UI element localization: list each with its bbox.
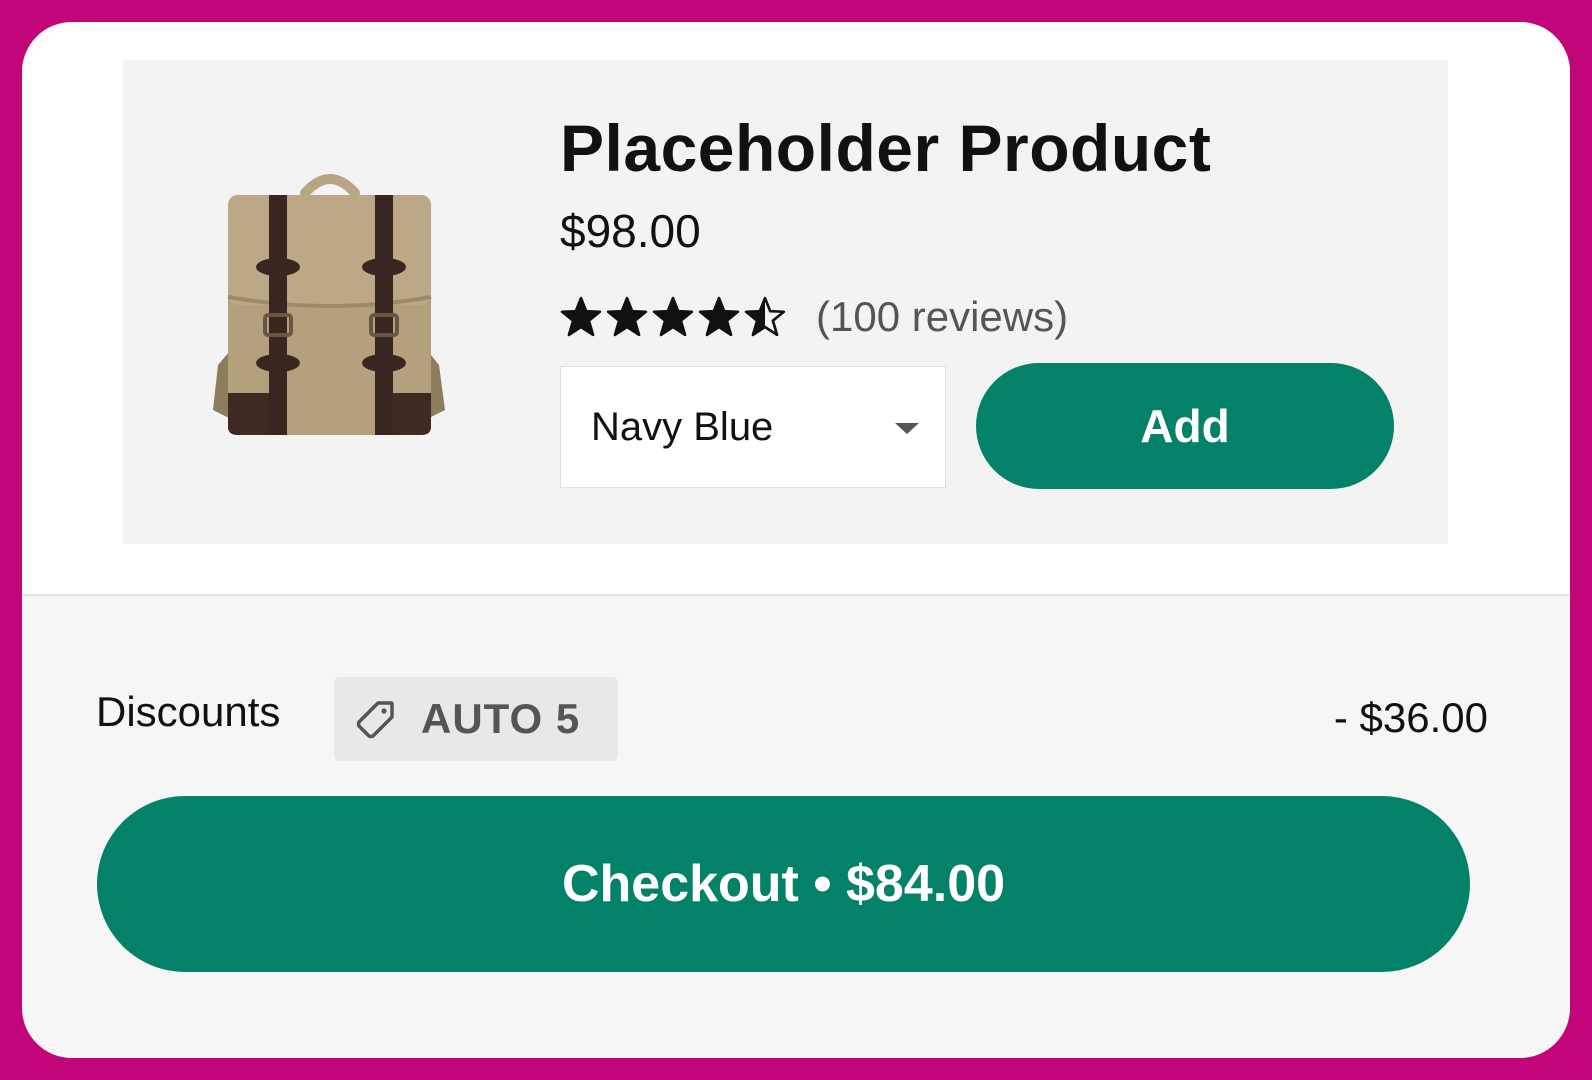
checkout-button[interactable]: Checkout • $84.00 [97, 796, 1470, 972]
star-rating [560, 296, 786, 338]
variant-select[interactable]: Navy Blue [560, 366, 946, 488]
section-divider [22, 594, 1570, 596]
discount-code: AUTO 5 [421, 695, 581, 742]
checkout-panel: Placeholder Product $98.00 (100 reviews)… [22, 22, 1570, 1058]
checkout-label: Checkout [561, 855, 799, 913]
discount-code-badge[interactable]: AUTO 5 [334, 677, 618, 761]
product-section: Placeholder Product $98.00 (100 reviews)… [22, 22, 1570, 594]
tag-icon [356, 701, 394, 739]
checkout-total: $84.00 [846, 855, 1006, 913]
product-image [213, 174, 445, 435]
review-count: (100 reviews) [816, 293, 1069, 340]
star-icon [560, 296, 602, 338]
product-card: Placeholder Product $98.00 (100 reviews)… [123, 60, 1448, 544]
rating-row: (100 reviews) [560, 292, 1068, 342]
add-button[interactable]: Add [976, 363, 1394, 489]
product-title: Placeholder Product [560, 111, 1212, 185]
variant-value: Navy Blue [591, 405, 774, 449]
discounts-label: Discounts [96, 688, 281, 735]
product-price: $98.00 [560, 205, 701, 257]
star-icon [698, 296, 740, 338]
chevron-down-icon [895, 423, 919, 434]
star-icon [744, 296, 786, 338]
star-icon [606, 296, 648, 338]
star-icon [652, 296, 694, 338]
discount-amount: - $36.00 [1333, 694, 1488, 741]
checkout-separator: • [813, 855, 832, 913]
